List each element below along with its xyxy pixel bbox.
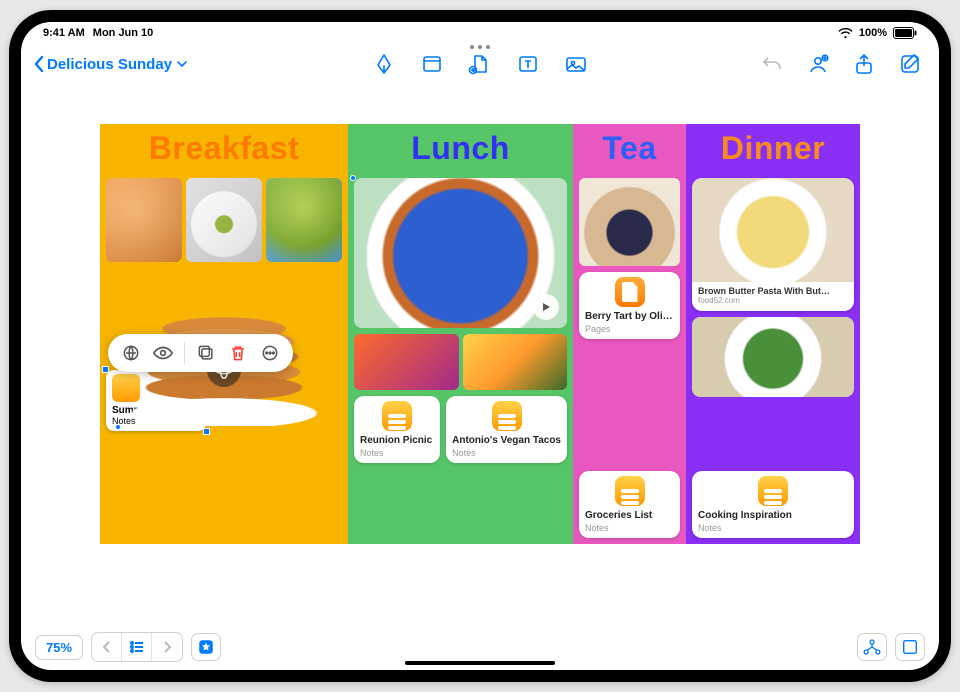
column-header: Dinner <box>686 124 860 174</box>
image-salad[interactable] <box>692 317 854 397</box>
history-nav <box>91 632 183 662</box>
image-candles[interactable] <box>354 334 459 390</box>
image-grapes[interactable] <box>266 178 342 262</box>
context-menu-pill <box>108 334 293 372</box>
pages-app-icon <box>615 277 645 307</box>
zoom-level-button[interactable]: 75% <box>35 635 83 660</box>
notes-app-icon <box>382 401 412 431</box>
favorites-button[interactable] <box>191 633 221 661</box>
selection-handle[interactable] <box>203 428 210 435</box>
share-button[interactable] <box>851 51 877 77</box>
pen-tool-button[interactable] <box>371 51 397 77</box>
image-melon[interactable] <box>106 178 182 262</box>
app-toolbar: Delicious Sunday <box>21 44 939 84</box>
card-title: Cooking Inspiration <box>698 510 848 521</box>
card-title: Reunion Picnic <box>360 435 434 446</box>
notes-app-icon <box>758 476 788 506</box>
connections-button[interactable] <box>857 633 887 661</box>
column-tea: Tea Berry Tart by Olivia Pages Groceries… <box>573 124 686 544</box>
note-card-groceries[interactable]: Groceries List Notes <box>579 471 680 538</box>
screen: 9:41 AM Mon Jun 10 100% Delicious Sunday <box>21 22 939 670</box>
link-card-pasta[interactable]: Brown Butter Pasta With But… food52.com <box>692 178 854 311</box>
card-title: Groceries List <box>585 510 674 521</box>
selection-handle[interactable] <box>115 424 121 430</box>
back-button[interactable]: Delicious Sunday <box>33 55 188 73</box>
freeform-canvas[interactable]: Breakfast Summer Party Notes <box>21 84 939 624</box>
play-icon[interactable] <box>533 294 559 320</box>
notes-app-icon <box>615 476 645 506</box>
notes-app-icon <box>492 401 522 431</box>
card-subtitle: Notes <box>585 523 674 533</box>
image-strip <box>354 334 567 390</box>
delete-button[interactable] <box>223 338 253 368</box>
duplicate-button[interactable] <box>191 338 221 368</box>
card-subtitle: Notes <box>452 448 561 458</box>
media-button[interactable] <box>563 51 589 77</box>
selection-handle[interactable] <box>102 366 109 373</box>
status-time: 9:41 AM <box>43 27 85 39</box>
more-button[interactable] <box>255 338 285 368</box>
quicklook-button[interactable] <box>148 338 178 368</box>
card-subtitle: Pages <box>585 324 674 334</box>
card-subtitle: Notes <box>698 523 848 533</box>
image-tart[interactable] <box>579 178 680 266</box>
text-box-button[interactable] <box>515 51 541 77</box>
link-source: food52.com <box>698 296 848 305</box>
image-pasta <box>692 178 854 282</box>
column-dinner: Dinner Brown Butter Pasta With But… food… <box>686 124 860 544</box>
status-bar: 9:41 AM Mon Jun 10 100% <box>21 22 939 44</box>
column-header: Tea <box>573 124 686 174</box>
column-header: Breakfast <box>100 124 348 174</box>
document-title[interactable]: Delicious Sunday <box>47 56 188 73</box>
file-insert-button[interactable] <box>467 51 493 77</box>
battery-percent: 100% <box>859 27 887 39</box>
link-action-button[interactable] <box>116 338 146 368</box>
link-title: Brown Butter Pasta With But… <box>698 286 848 296</box>
wifi-icon <box>838 28 853 39</box>
video-tacos[interactable] <box>354 178 567 328</box>
image-drinks[interactable] <box>463 334 568 390</box>
chevron-down-icon <box>176 58 188 70</box>
note-card-vegan-tacos[interactable]: Antonio's Vegan Tacos Notes <box>446 396 567 463</box>
image-fruit-plate[interactable] <box>186 178 262 262</box>
column-lunch: Lunch Reunion Pi <box>348 124 573 544</box>
card-title: Antonio's Vegan Tacos <box>452 435 561 446</box>
board: Breakfast Summer Party Notes <box>100 124 860 544</box>
battery-icon <box>893 27 917 39</box>
card-title: Berry Tart by Olivia <box>585 311 674 322</box>
nav-forward-button[interactable] <box>152 633 182 661</box>
pages-card-berry-tart[interactable]: Berry Tart by Olivia Pages <box>579 272 680 339</box>
note-card-cooking[interactable]: Cooking Inspiration Notes <box>692 471 854 538</box>
undo-button[interactable] <box>759 51 785 77</box>
nav-back-button[interactable] <box>92 633 122 661</box>
column-header: Lunch <box>348 124 573 174</box>
status-date: Mon Jun 10 <box>93 27 154 39</box>
card-subtitle: Notes <box>360 448 434 458</box>
nav-list-button[interactable] <box>122 633 152 661</box>
scenes-button[interactable] <box>895 633 925 661</box>
note-card-reunion[interactable]: Reunion Picnic Notes <box>354 396 440 463</box>
sticky-note-button[interactable] <box>419 51 445 77</box>
ipad-frame: 9:41 AM Mon Jun 10 100% Delicious Sunday <box>9 10 951 682</box>
separator <box>184 342 185 364</box>
new-board-button[interactable] <box>897 51 923 77</box>
selection-handle[interactable] <box>350 175 356 181</box>
home-indicator[interactable] <box>405 661 555 665</box>
collaborate-button[interactable] <box>805 51 831 77</box>
